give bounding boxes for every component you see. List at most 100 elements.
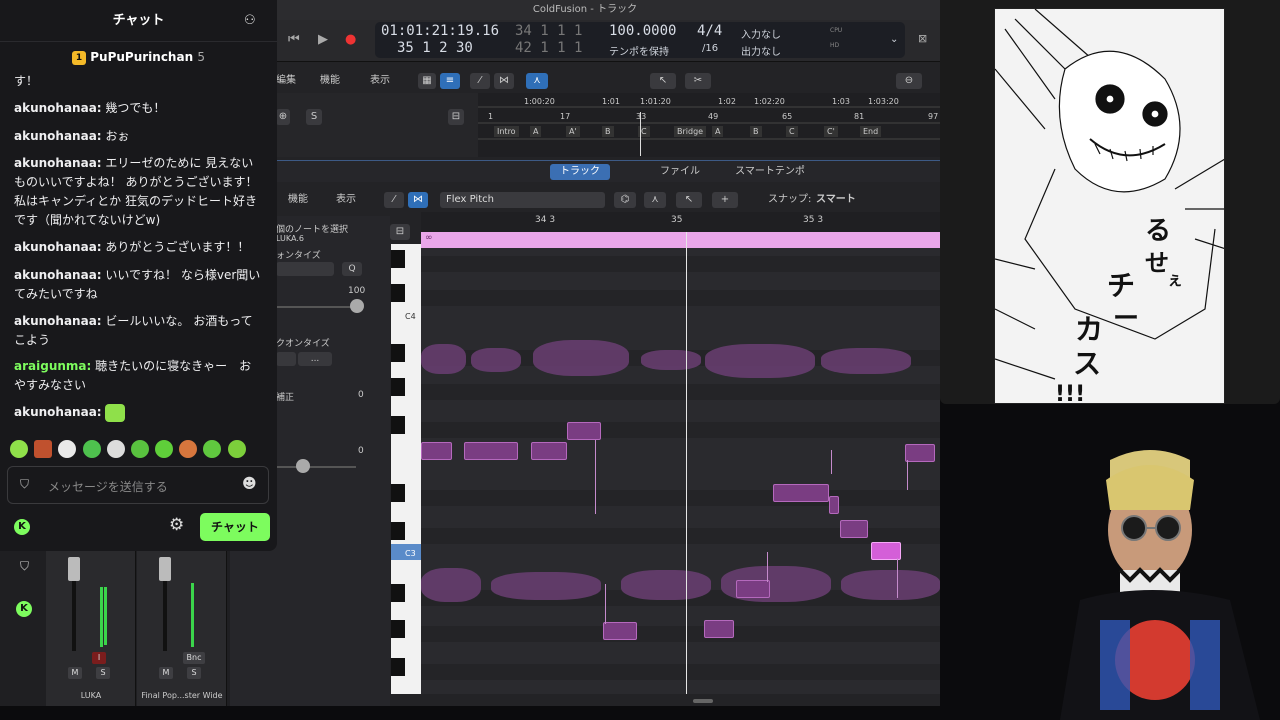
message-user[interactable]: akunohanaa:	[14, 405, 102, 419]
grid-view-icon[interactable]: ▦	[418, 73, 436, 89]
scale-mode-select[interactable]: ...	[298, 352, 332, 366]
marker-c-prime[interactable]: C'	[824, 126, 838, 137]
marker-b[interactable]: B	[602, 126, 614, 137]
mute-button[interactable]: M	[159, 667, 173, 679]
black-key[interactable]	[391, 522, 405, 540]
black-key[interactable]	[391, 584, 405, 602]
emote-icon[interactable]	[179, 440, 197, 458]
chat-input-field[interactable]: ⛉ メッセージを送信する ☻	[7, 466, 269, 504]
emoji-icon[interactable]: ☻	[242, 476, 257, 492]
black-key[interactable]	[391, 620, 405, 638]
emote-icon[interactable]	[83, 440, 101, 458]
marker-a[interactable]: A	[530, 126, 542, 137]
message-user[interactable]: akunohanaa:	[14, 129, 102, 143]
message-user[interactable]: akunohanaa:	[14, 101, 102, 115]
pitch-note[interactable]	[840, 520, 868, 538]
tab-track[interactable]: トラック	[550, 164, 610, 180]
black-key[interactable]	[391, 378, 405, 396]
marker-intro[interactable]: Intro	[494, 126, 519, 137]
play-icon[interactable]: ▶	[318, 32, 328, 47]
scale-select[interactable]	[276, 352, 296, 366]
waveform-zoom-icon[interactable]: ⊖	[896, 73, 922, 89]
message-user[interactable]: araigunma:	[14, 359, 91, 373]
list-view-icon[interactable]: ≡	[440, 73, 460, 89]
add-track-icon[interactable]: ⊕	[276, 109, 290, 125]
fine-tune-knob[interactable]	[296, 459, 310, 473]
message-user[interactable]: akunohanaa:	[14, 268, 102, 282]
piano-roll-grid[interactable]: ∞	[421, 232, 940, 694]
pitch-note[interactable]	[905, 444, 935, 462]
pitch-note[interactable]	[464, 442, 518, 460]
pitch-note[interactable]	[773, 484, 829, 502]
track-icon[interactable]: ⊟	[448, 109, 464, 125]
playhead[interactable]	[686, 232, 687, 694]
solo-button[interactable]: S	[306, 109, 322, 125]
kick-logo-icon[interactable]: K	[14, 519, 30, 535]
tab-file[interactable]: ファイル	[650, 164, 710, 180]
horizontal-scrollbar[interactable]	[693, 699, 713, 703]
view-menu[interactable]: 表示	[370, 70, 390, 92]
flex-mode-select[interactable]: Flex Pitch	[440, 192, 605, 208]
pitch-note[interactable]	[829, 496, 839, 514]
editor-plus-icon[interactable]: +	[712, 192, 738, 208]
solo-button[interactable]: S	[96, 667, 110, 679]
emote-icon[interactable]	[10, 440, 28, 458]
automation-icon[interactable]: ⁄	[470, 73, 490, 89]
scissors-tool-icon[interactable]: ✂	[685, 73, 711, 89]
fader-cap[interactable]	[68, 557, 80, 581]
kick-logo-icon[interactable]: K	[16, 601, 32, 617]
emote-icon[interactable]	[155, 440, 173, 458]
pitch-note[interactable]	[421, 442, 452, 460]
marker-a2[interactable]: A	[712, 126, 724, 137]
chatters-icon[interactable]: ⚇	[244, 13, 256, 28]
piano-roll-ruler[interactable]: 34 3 35 35 3	[421, 212, 940, 232]
message-user[interactable]: akunohanaa:	[14, 314, 102, 328]
timeline-ruler[interactable]: 1:00:20 1:01 1:01:20 1:02 1:02:20 1:03 1…	[478, 93, 940, 157]
emote-icon[interactable]	[131, 440, 149, 458]
black-key[interactable]	[391, 284, 405, 302]
chat-send-button[interactable]: チャット	[200, 513, 270, 541]
pointer-tool-icon[interactable]: ↖	[650, 73, 676, 89]
strength-knob[interactable]	[350, 299, 364, 313]
lcd-display[interactable]: 01:01:21:19.16 35 1 2 30 34 1 1 1 42 1 1…	[375, 22, 905, 58]
emote-icon[interactable]	[203, 440, 221, 458]
func-menu[interactable]: 機能	[320, 70, 340, 92]
fader-track[interactable]	[72, 581, 76, 651]
shield-icon[interactable]: ⛉	[20, 477, 29, 492]
black-key[interactable]	[391, 250, 405, 268]
emote-icon[interactable]	[58, 440, 76, 458]
message-user[interactable]: akunohanaa:	[14, 156, 102, 170]
piano-keyboard[interactable]: C4 C3	[391, 244, 421, 694]
marker-a-prime[interactable]: A'	[566, 126, 580, 137]
rewind-icon[interactable]: ⏮	[288, 32, 300, 47]
pitch-note[interactable]	[603, 622, 637, 640]
black-key[interactable]	[391, 344, 405, 362]
editor-func-menu[interactable]: 機能	[288, 188, 308, 212]
catch-icon[interactable]: ⋏	[526, 73, 548, 89]
chevron-down-icon[interactable]: ⌄	[890, 34, 898, 45]
editor-pointer-icon[interactable]: ↖	[676, 192, 702, 208]
message-user[interactable]: akunohanaa:	[14, 240, 102, 254]
solo-button[interactable]: S	[187, 667, 201, 679]
pitch-note[interactable]	[736, 580, 770, 598]
marker-b2[interactable]: B	[750, 126, 762, 137]
edit-menu[interactable]: 編集	[276, 70, 296, 92]
editor-view-menu[interactable]: 表示	[336, 188, 356, 212]
marker-c2[interactable]: C	[786, 126, 798, 137]
pitch-note[interactable]	[704, 620, 734, 638]
emote-icon[interactable]	[34, 440, 52, 458]
shield-icon[interactable]: ⛉	[20, 559, 29, 574]
marker-end[interactable]: End	[860, 126, 882, 137]
gear-icon[interactable]: ⚙	[169, 515, 184, 535]
pitch-note[interactable]	[531, 442, 567, 460]
region-bar[interactable]	[421, 232, 940, 248]
emote-icon[interactable]	[228, 440, 246, 458]
region-icon[interactable]: ⊟	[390, 224, 410, 240]
fader-cap[interactable]	[159, 557, 171, 581]
black-key[interactable]	[391, 484, 405, 502]
snap-value[interactable]: スマート	[816, 188, 856, 212]
fader-track[interactable]	[163, 581, 167, 651]
catch-editor-icon[interactable]: ⋏	[644, 192, 666, 208]
flex-icon[interactable]: ⋈	[494, 73, 514, 89]
fine-tune-slider[interactable]	[276, 466, 356, 468]
